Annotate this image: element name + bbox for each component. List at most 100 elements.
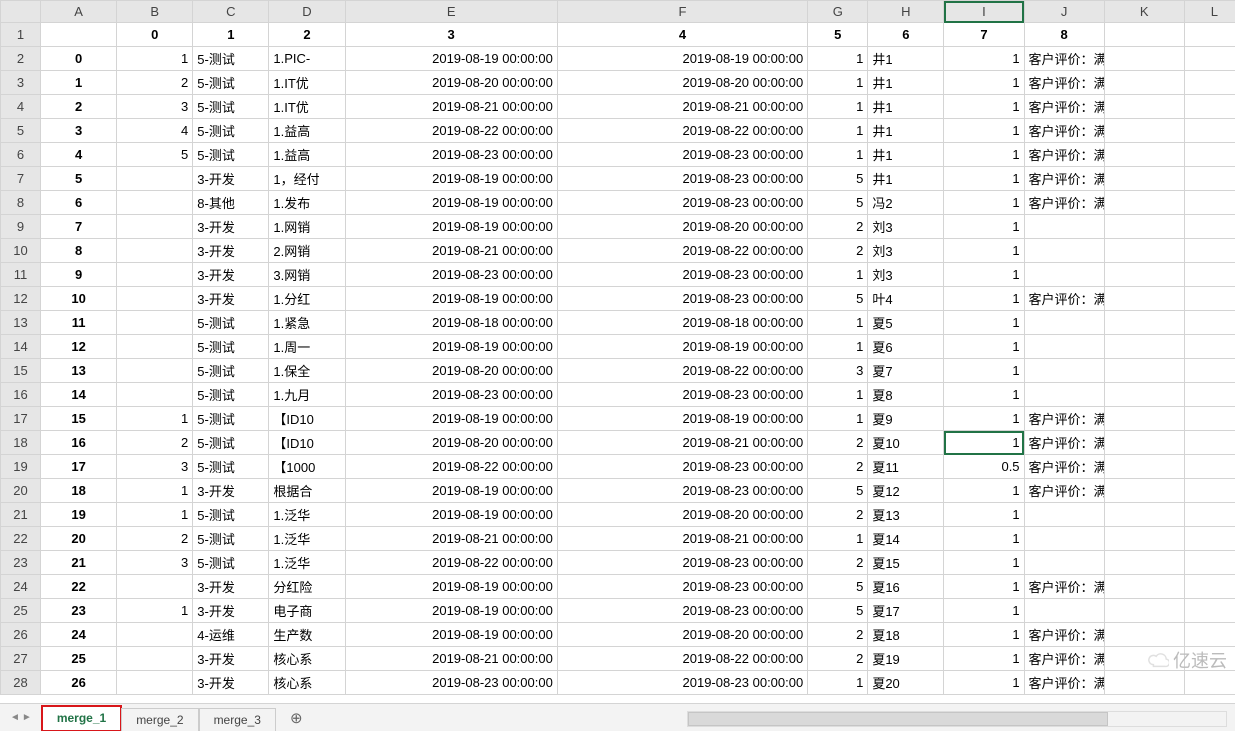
- cell[interactable]: 5-测试: [193, 71, 269, 95]
- cell[interactable]: 1: [944, 191, 1024, 215]
- cell[interactable]: [1184, 407, 1235, 431]
- cell[interactable]: 2019-08-19 00:00:00: [345, 47, 557, 71]
- cell[interactable]: 9: [41, 263, 117, 287]
- cell[interactable]: 2019-08-18 00:00:00: [557, 311, 807, 335]
- cell[interactable]: 2019-08-21 00:00:00: [345, 239, 557, 263]
- cell[interactable]: 2: [808, 623, 868, 647]
- row-header[interactable]: 6: [1, 143, 41, 167]
- cell[interactable]: 客户评价：满意: [1024, 167, 1104, 191]
- row-header[interactable]: 12: [1, 287, 41, 311]
- cell[interactable]: 2019-08-19 00:00:00: [345, 215, 557, 239]
- cell[interactable]: [117, 383, 193, 407]
- cell[interactable]: 3-开发: [193, 215, 269, 239]
- cell[interactable]: 3-开发: [193, 263, 269, 287]
- cell[interactable]: 8: [1024, 23, 1104, 47]
- cell[interactable]: 1.泛华: [269, 503, 345, 527]
- cell[interactable]: 夏12: [868, 479, 944, 503]
- cell[interactable]: [1104, 239, 1184, 263]
- cell[interactable]: [1104, 215, 1184, 239]
- cell[interactable]: [1184, 527, 1235, 551]
- cell[interactable]: 2019-08-23 00:00:00: [557, 575, 807, 599]
- cell[interactable]: [1184, 455, 1235, 479]
- cell[interactable]: [117, 311, 193, 335]
- row-header[interactable]: 3: [1, 71, 41, 95]
- cell[interactable]: 1: [117, 479, 193, 503]
- cell[interactable]: 1: [944, 647, 1024, 671]
- cell[interactable]: 电子商: [269, 599, 345, 623]
- cell[interactable]: 3-开发: [193, 479, 269, 503]
- cell[interactable]: 1: [808, 143, 868, 167]
- cell[interactable]: 夏16: [868, 575, 944, 599]
- cell[interactable]: 客户评价：满意: [1024, 191, 1104, 215]
- cell[interactable]: 1: [944, 431, 1024, 455]
- row-header[interactable]: 27: [1, 647, 41, 671]
- cell[interactable]: 5: [808, 599, 868, 623]
- cell[interactable]: [1104, 311, 1184, 335]
- cell[interactable]: 12: [41, 335, 117, 359]
- cell[interactable]: 3-开发: [193, 647, 269, 671]
- cell[interactable]: 客户评价：满意: [1024, 455, 1104, 479]
- cell[interactable]: 1: [944, 239, 1024, 263]
- cell[interactable]: 2019-08-23 00:00:00: [345, 671, 557, 695]
- cell[interactable]: 5-测试: [193, 383, 269, 407]
- cell[interactable]: 1: [944, 287, 1024, 311]
- cell[interactable]: 2019-08-23 00:00:00: [557, 599, 807, 623]
- cell[interactable]: 2019-08-23 00:00:00: [557, 263, 807, 287]
- cell[interactable]: 核心系: [269, 671, 345, 695]
- cell[interactable]: 1.周一: [269, 335, 345, 359]
- cell[interactable]: 1: [808, 119, 868, 143]
- cell[interactable]: 5-测试: [193, 407, 269, 431]
- row-header[interactable]: 16: [1, 383, 41, 407]
- row-header[interactable]: 14: [1, 335, 41, 359]
- cell[interactable]: [1184, 671, 1235, 695]
- cell[interactable]: 18: [41, 479, 117, 503]
- cell[interactable]: 15: [41, 407, 117, 431]
- cell[interactable]: 夏5: [868, 311, 944, 335]
- cell[interactable]: 1: [808, 671, 868, 695]
- cell[interactable]: 4: [41, 143, 117, 167]
- cell[interactable]: 16: [41, 431, 117, 455]
- cell[interactable]: [1184, 383, 1235, 407]
- cell[interactable]: 5-测试: [193, 359, 269, 383]
- cell[interactable]: 2019-08-23 00:00:00: [557, 383, 807, 407]
- cell[interactable]: [1104, 287, 1184, 311]
- cell[interactable]: [1104, 359, 1184, 383]
- tab-nav-next-icon[interactable]: ►: [22, 712, 32, 723]
- cell[interactable]: 核心系: [269, 647, 345, 671]
- cell[interactable]: [1104, 263, 1184, 287]
- tab-nav-arrows[interactable]: ◄ ►: [0, 703, 42, 731]
- cell[interactable]: 5: [41, 167, 117, 191]
- cell[interactable]: 11: [41, 311, 117, 335]
- row-header[interactable]: 11: [1, 263, 41, 287]
- tab-nav-prev-icon[interactable]: ◄: [10, 712, 20, 723]
- cell[interactable]: 客户评价：满意: [1024, 623, 1104, 647]
- cell[interactable]: [1184, 311, 1235, 335]
- row-header[interactable]: 22: [1, 527, 41, 551]
- cell[interactable]: [1104, 527, 1184, 551]
- cell[interactable]: 井1: [868, 95, 944, 119]
- cell[interactable]: 2019-08-19 00:00:00: [345, 335, 557, 359]
- row-header[interactable]: 17: [1, 407, 41, 431]
- cell[interactable]: 分红险: [269, 575, 345, 599]
- cell[interactable]: 1: [41, 71, 117, 95]
- cell[interactable]: [1104, 623, 1184, 647]
- cell[interactable]: 2019-08-21 00:00:00: [345, 95, 557, 119]
- horizontal-scrollbar[interactable]: [687, 711, 1227, 727]
- row-header[interactable]: 15: [1, 359, 41, 383]
- cell[interactable]: 1: [117, 599, 193, 623]
- cell[interactable]: 2019-08-22 00:00:00: [345, 119, 557, 143]
- cell[interactable]: 5: [808, 287, 868, 311]
- cell[interactable]: 1: [808, 47, 868, 71]
- cell[interactable]: 【ID10: [269, 407, 345, 431]
- col-header-F[interactable]: F: [557, 1, 807, 23]
- cell[interactable]: [117, 263, 193, 287]
- cell[interactable]: 1: [944, 599, 1024, 623]
- cell[interactable]: 1: [944, 503, 1024, 527]
- cell[interactable]: 2019-08-23 00:00:00: [557, 143, 807, 167]
- cell[interactable]: [1104, 503, 1184, 527]
- cell[interactable]: [117, 239, 193, 263]
- cell[interactable]: 26: [41, 671, 117, 695]
- cell[interactable]: 3-开发: [193, 287, 269, 311]
- cell[interactable]: [1184, 239, 1235, 263]
- cell[interactable]: [1184, 359, 1235, 383]
